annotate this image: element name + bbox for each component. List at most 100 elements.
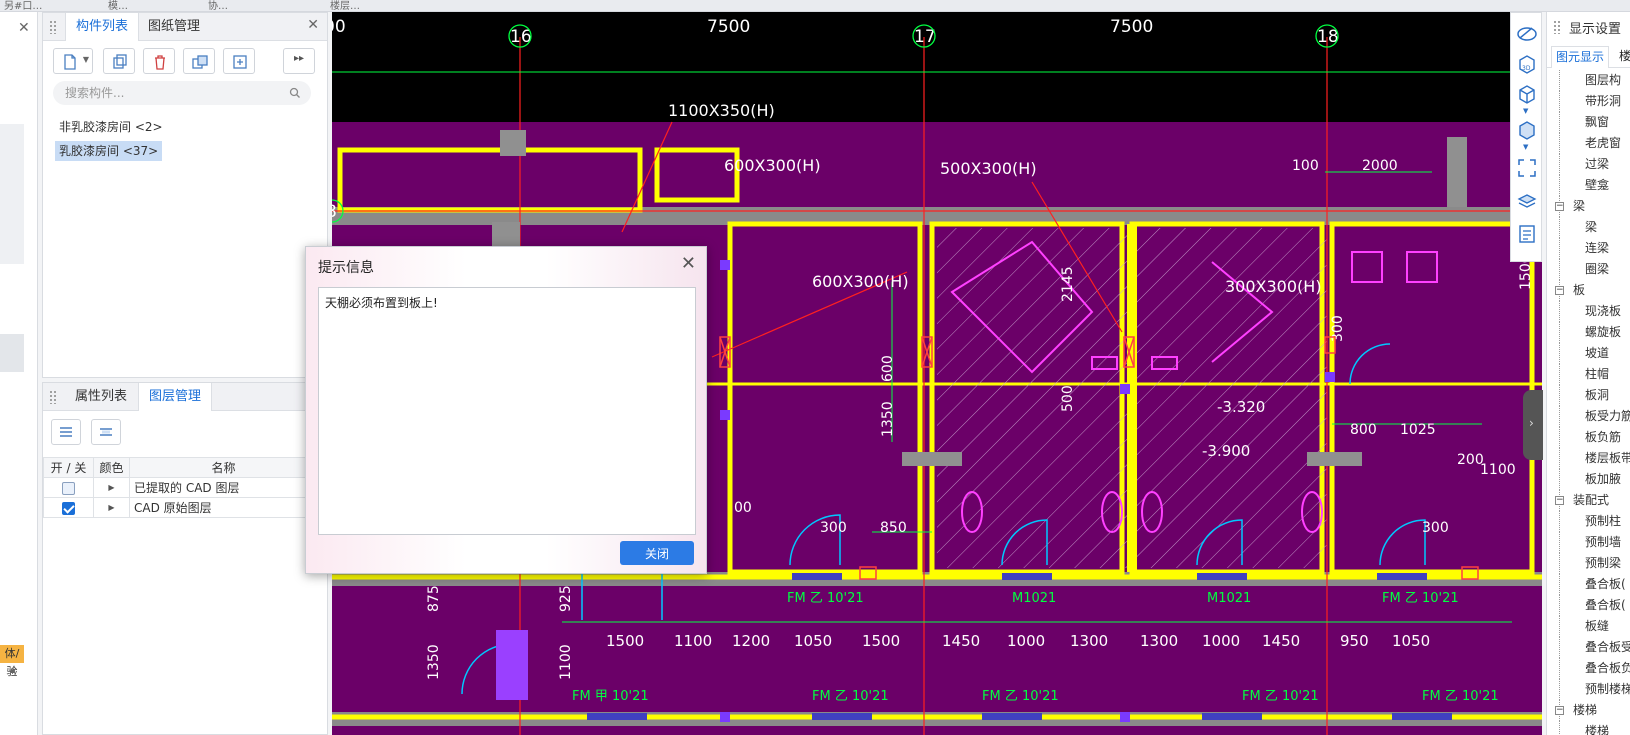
- drag-handle-icon[interactable]: [49, 390, 57, 404]
- search-input[interactable]: [65, 84, 275, 102]
- layer-view-icon[interactable]: [1516, 189, 1538, 211]
- orbit-icon[interactable]: [1516, 23, 1538, 45]
- close-icon[interactable]: ✕: [681, 253, 696, 274]
- beam-label: 600X300(H): [812, 272, 909, 291]
- close-icon[interactable]: ✕: [18, 20, 30, 36]
- top-dim: 7500: [1110, 17, 1153, 37]
- copy-button[interactable]: [103, 48, 135, 74]
- tree-item[interactable]: 图层构: [1547, 70, 1630, 91]
- chevron-down-icon[interactable]: ▼: [1523, 107, 1528, 115]
- search-icon[interactable]: [289, 87, 301, 99]
- tab-element-display[interactable]: 图元显示: [1551, 46, 1610, 68]
- close-button[interactable]: 关闭: [620, 541, 694, 565]
- close-icon[interactable]: ✕: [307, 17, 319, 33]
- tree-item-label: 板加腋: [1585, 472, 1622, 486]
- tab-floor-display[interactable]: 楼: [1619, 46, 1630, 68]
- top-fragment: 另#口…: [4, 1, 43, 12]
- tree-guide-line: [1559, 343, 1560, 364]
- tab-property-list[interactable]: 属性列表: [65, 383, 137, 411]
- tree-item[interactable]: 飘窗: [1547, 112, 1630, 133]
- collapse-icon[interactable]: −: [1555, 496, 1564, 505]
- tree-guide-line: [1559, 448, 1560, 469]
- lock-icon[interactable]: 🔒︎: [10, 665, 15, 676]
- tree-item[interactable]: 板负筋: [1547, 427, 1630, 448]
- tree-item[interactable]: 楼梯: [1547, 721, 1630, 735]
- tree-item-label: 叠合板(: [1585, 577, 1626, 591]
- tree-item-label: 现浇板: [1585, 304, 1622, 318]
- tree-item[interactable]: 老虎窗: [1547, 133, 1630, 154]
- batch-button[interactable]: [223, 48, 255, 74]
- tree-group[interactable]: − 装配式: [1547, 490, 1630, 511]
- tree-item-label: 装配式: [1573, 493, 1610, 507]
- component-search[interactable]: [53, 81, 311, 105]
- tree-item-label: 梁: [1585, 220, 1598, 234]
- tree-item[interactable]: 板洞: [1547, 385, 1630, 406]
- tree-item[interactable]: 现浇板: [1547, 301, 1630, 322]
- component-tabbar: 构件列表 图纸管理 ✕: [43, 13, 327, 41]
- side-tag[interactable]: 体/验: [0, 645, 24, 678]
- tree-guide-line: [1559, 616, 1560, 637]
- tree-group[interactable]: − 楼梯: [1547, 700, 1630, 721]
- prompt-dialog: 提示信息 ✕ 天棚必须布置到板上! 关闭: [305, 246, 707, 574]
- tree-item[interactable]: 板受力筋: [1547, 406, 1630, 427]
- duplicate-button[interactable]: [183, 48, 215, 74]
- column-header: 名称: [129, 457, 318, 478]
- layer-tool-button[interactable]: [51, 419, 81, 445]
- solid-view-icon[interactable]: [1516, 119, 1538, 141]
- tree-item[interactable]: 螺旋板: [1547, 322, 1630, 343]
- tree-item[interactable]: 过梁: [1547, 154, 1630, 175]
- tab-component-list[interactable]: 构件列表: [65, 13, 140, 41]
- tree-guide-line: [1559, 175, 1560, 196]
- collapse-icon[interactable]: −: [1555, 202, 1564, 211]
- top-fragment: 协…: [208, 1, 228, 12]
- fit-view-icon[interactable]: [1516, 157, 1538, 179]
- tree-item[interactable]: 梁: [1547, 217, 1630, 238]
- drag-handle-icon[interactable]: [1553, 20, 1561, 34]
- tree-item[interactable]: 叠合板(: [1547, 595, 1630, 616]
- box-view-icon[interactable]: [1516, 83, 1538, 105]
- dim-text: 1000: [1007, 632, 1045, 650]
- tree-item[interactable]: 板缝: [1547, 616, 1630, 637]
- dim-text: 1100: [674, 632, 712, 650]
- tree-item-label: 板缝: [1585, 619, 1610, 633]
- tree-item[interactable]: 柱帽: [1547, 364, 1630, 385]
- tree-item[interactable]: 预制楼梯: [1547, 679, 1630, 700]
- more-button[interactable]: ▸▸: [283, 48, 315, 74]
- tree-group[interactable]: − 梁: [1547, 196, 1630, 217]
- tree-item[interactable]: 带形洞: [1547, 91, 1630, 112]
- tree-item[interactable]: 预制墙: [1547, 532, 1630, 553]
- tree-group[interactable]: − 板: [1547, 280, 1630, 301]
- layer-toggle-checkbox[interactable]: [62, 481, 75, 495]
- tree-item[interactable]: 圈梁: [1547, 259, 1630, 280]
- color-expand-icon[interactable]: ▶: [93, 477, 130, 498]
- layer-tool-button[interactable]: [91, 419, 121, 445]
- list-item-selected[interactable]: 乳胶漆房间 <37>: [55, 141, 163, 161]
- new-component-button[interactable]: ▼: [53, 48, 93, 74]
- panel-collapse-handle[interactable]: ›: [1523, 390, 1543, 460]
- tree-item[interactable]: 预制梁: [1547, 553, 1630, 574]
- tree-item[interactable]: 叠合板负: [1547, 658, 1630, 679]
- tree-item[interactable]: 预制柱: [1547, 511, 1630, 532]
- tree-item[interactable]: 坡道: [1547, 343, 1630, 364]
- tab-drawing-management[interactable]: 图纸管理: [138, 13, 210, 41]
- collapse-icon[interactable]: −: [1555, 706, 1564, 715]
- list-item[interactable]: 非乳胶漆房间 <2>: [55, 117, 167, 137]
- property-view-icon[interactable]: [1516, 223, 1538, 245]
- 3d-view-icon[interactable]: 3D: [1516, 53, 1538, 75]
- tab-layer-management[interactable]: 图层管理: [138, 383, 213, 411]
- tree-guide-line: [1559, 679, 1560, 700]
- chevron-down-icon[interactable]: ▼: [1523, 143, 1528, 151]
- tree-item[interactable]: 叠合板(: [1547, 574, 1630, 595]
- tree-item-label: 图层构: [1585, 73, 1622, 87]
- tree-item[interactable]: 楼层板带: [1547, 448, 1630, 469]
- tree-item[interactable]: 板加腋: [1547, 469, 1630, 490]
- collapse-icon[interactable]: −: [1555, 286, 1564, 295]
- delete-button[interactable]: [143, 48, 175, 74]
- drag-handle-icon[interactable]: [49, 20, 57, 34]
- color-expand-icon[interactable]: ▶: [93, 497, 130, 518]
- tree-item[interactable]: 连梁: [1547, 238, 1630, 259]
- layer-toggle-checkbox[interactable]: [62, 501, 75, 515]
- tree-item[interactable]: 叠合板受: [1547, 637, 1630, 658]
- tree-item[interactable]: 壁龛: [1547, 175, 1630, 196]
- tree-guide-line: [1559, 511, 1560, 532]
